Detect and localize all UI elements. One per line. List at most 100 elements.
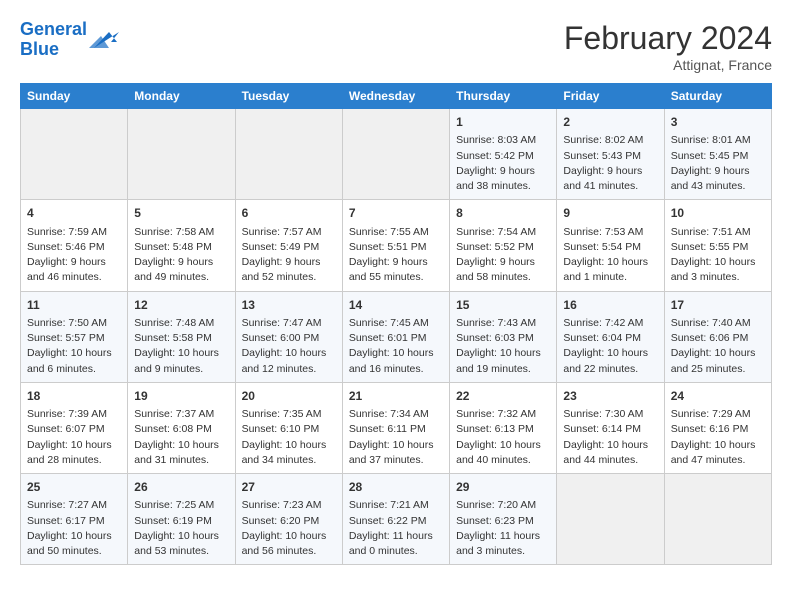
calendar-cell: 1Sunrise: 8:03 AMSunset: 5:42 PMDaylight…	[450, 109, 557, 200]
day-number: 9	[563, 205, 657, 222]
sunrise-text: Sunrise: 7:51 AM	[671, 226, 751, 238]
calendar-cell: 20 Sunrise: 7:35 AM Sunset: 6:10 PM Dayligh…	[235, 382, 342, 473]
daylight-text: Daylight: 10 hours and 56 minutes.	[242, 530, 327, 557]
calendar-cell: 5Sunrise: 7:58 AMSunset: 5:48 PMDaylight…	[128, 200, 235, 291]
day-number: 17	[671, 297, 765, 314]
day-number: 3	[671, 114, 765, 131]
daylight-text: Daylight: 9 hours and 52 minutes.	[242, 256, 321, 283]
calendar-cell	[21, 109, 128, 200]
calendar-cell: 22Sunrise: 7:32 AMSunset: 6:13 PMDayligh…	[450, 382, 557, 473]
calendar-cell: 15Sunrise: 7:43 AMSunset: 6:03 PMDayligh…	[450, 291, 557, 382]
day-number: 16	[563, 297, 657, 314]
sunrise-text: Sunrise: 7:39 AM	[27, 408, 107, 420]
day-number: 8	[456, 205, 550, 222]
calendar-cell	[664, 474, 771, 565]
sunrise-text: Sunrise: 7:35 AM	[242, 408, 322, 420]
daylight-text: Daylight: 10 hours and 1 minute.	[563, 256, 648, 283]
sunset-text: Sunset: 6:03 PM	[456, 332, 534, 344]
day-number: 14	[349, 297, 443, 314]
calendar-cell: 24Sunrise: 7:29 AMSunset: 6:16 PMDayligh…	[664, 382, 771, 473]
day-number: 10	[671, 205, 765, 222]
location-title: Attignat, France	[564, 57, 772, 73]
daylight-text: Daylight: 10 hours and 9 minutes.	[134, 347, 219, 374]
daylight-text: Daylight: 10 hours and 34 minutes.	[242, 439, 327, 466]
daylight-text: Daylight: 9 hours and 41 minutes.	[563, 165, 642, 192]
sunrise-text: Sunrise: 7:32 AM	[456, 408, 536, 420]
calendar-cell: 2Sunrise: 8:02 AMSunset: 5:43 PMDaylight…	[557, 109, 664, 200]
calendar-week-row: 4Sunrise: 7:59 AMSunset: 5:46 PMDaylight…	[21, 200, 772, 291]
sunset-text: Sunset: 6:01 PM	[349, 332, 427, 344]
calendar-cell: 9 Sunrise: 7:53 AM Sunset: 5:54 PM Daylight…	[557, 200, 664, 291]
sunrise-text: Sunrise: 8:03 AM	[456, 134, 536, 146]
sunset-text: Sunset: 6:04 PM	[563, 332, 641, 344]
sunrise-text: Sunrise: 7:37 AM	[134, 408, 214, 420]
day-number: 13	[242, 297, 336, 314]
day-header-friday: Friday	[557, 84, 664, 109]
sunrise-text: Sunrise: 7:45 AM	[349, 317, 429, 329]
day-number: 1	[456, 114, 550, 131]
calendar-cell: 25Sunrise: 7:27 AMSunset: 6:17 PMDayligh…	[21, 474, 128, 565]
sunrise-text: Sunrise: 7:47 AM	[242, 317, 322, 329]
sunset-text: Sunset: 5:58 PM	[134, 332, 212, 344]
daylight-text: Daylight: 10 hours and 47 minutes.	[671, 439, 756, 466]
calendar-cell: 14Sunrise: 7:45 AMSunset: 6:01 PMDayligh…	[342, 291, 449, 382]
sunrise-text: Sunrise: 7:55 AM	[349, 226, 429, 238]
daylight-text: Daylight: 11 hours and 3 minutes.	[456, 530, 540, 557]
sunrise-text: Sunrise: 7:50 AM	[27, 317, 107, 329]
daylight-text: Daylight: 9 hours and 49 minutes.	[134, 256, 213, 283]
sunrise-text: Sunrise: 7:29 AM	[671, 408, 751, 420]
calendar-cell: 18 Sunrise: 7:39 AM Sunset: 6:07 PM Dayligh…	[21, 382, 128, 473]
calendar-cell: 3Sunrise: 8:01 AMSunset: 5:45 PMDaylight…	[664, 109, 771, 200]
sunrise-text: Sunrise: 7:57 AM	[242, 226, 322, 238]
sunrise-text: Sunrise: 7:48 AM	[134, 317, 214, 329]
calendar-cell: 8Sunrise: 7:54 AMSunset: 5:52 PMDaylight…	[450, 200, 557, 291]
sunset-text: Sunset: 6:08 PM	[134, 423, 212, 435]
logo: General Blue	[20, 20, 119, 60]
daylight-text: Daylight: 9 hours and 46 minutes.	[27, 256, 106, 283]
day-number: 18	[27, 388, 121, 405]
daylight-text: Daylight: 10 hours and 25 minutes.	[671, 347, 756, 374]
calendar-cell: 29Sunrise: 7:20 AMSunset: 6:23 PMDayligh…	[450, 474, 557, 565]
sunset-text: Sunset: 5:54 PM	[563, 241, 641, 253]
sunset-text: Sunset: 5:55 PM	[671, 241, 749, 253]
calendar-week-row: 11Sunrise: 7:50 AMSunset: 5:57 PMDayligh…	[21, 291, 772, 382]
daylight-text: Daylight: 10 hours and 28 minutes.	[27, 439, 112, 466]
sunset-text: Sunset: 6:19 PM	[134, 515, 212, 527]
calendar-cell: 10Sunrise: 7:51 AMSunset: 5:55 PMDayligh…	[664, 200, 771, 291]
day-number: 21	[349, 388, 443, 405]
sunrise-text: Sunrise: 7:43 AM	[456, 317, 536, 329]
daylight-text: Daylight: 10 hours and 22 minutes.	[563, 347, 648, 374]
day-number: 26	[134, 479, 228, 496]
calendar-cell: 16Sunrise: 7:42 AMSunset: 6:04 PMDayligh…	[557, 291, 664, 382]
calendar-cell	[235, 109, 342, 200]
calendar-week-row: 18 Sunrise: 7:39 AM Sunset: 6:07 PM Dayligh…	[21, 382, 772, 473]
daylight-text: Daylight: 10 hours and 53 minutes.	[134, 530, 219, 557]
day-number: 22	[456, 388, 550, 405]
sunrise-text: Sunrise: 8:01 AM	[671, 134, 751, 146]
sunset-text: Sunset: 5:48 PM	[134, 241, 212, 253]
sunset-text: Sunset: 6:22 PM	[349, 515, 427, 527]
sunset-text: Sunset: 6:11 PM	[349, 423, 426, 435]
sunset-text: Sunset: 5:51 PM	[349, 241, 427, 253]
sunrise-text: Sunrise: 7:54 AM	[456, 226, 536, 238]
calendar-cell: 6Sunrise: 7:57 AMSunset: 5:49 PMDaylight…	[235, 200, 342, 291]
calendar-cell: 4Sunrise: 7:59 AMSunset: 5:46 PMDaylight…	[21, 200, 128, 291]
calendar-cell: 28Sunrise: 7:21 AMSunset: 6:22 PMDayligh…	[342, 474, 449, 565]
sunset-text: Sunset: 6:10 PM	[242, 423, 320, 435]
sunset-text: Sunset: 6:17 PM	[27, 515, 105, 527]
day-number: 20	[242, 388, 336, 405]
day-number: 24	[671, 388, 765, 405]
day-number: 7	[349, 205, 443, 222]
daylight-text: Daylight: 11 hours and 0 minutes.	[349, 530, 433, 557]
day-number: 29	[456, 479, 550, 496]
logo-icon	[89, 28, 119, 52]
sunrise-text: Sunrise: 7:30 AM	[563, 408, 643, 420]
daylight-text: Daylight: 9 hours and 55 minutes.	[349, 256, 428, 283]
sunrise-text: Sunrise: 7:59 AM	[27, 226, 107, 238]
day-number: 4	[27, 205, 121, 222]
day-number: 23	[563, 388, 657, 405]
calendar-cell	[557, 474, 664, 565]
sunset-text: Sunset: 6:07 PM	[27, 423, 105, 435]
sunrise-text: Sunrise: 7:53 AM	[563, 226, 643, 238]
calendar-cell: 13Sunrise: 7:47 AMSunset: 6:00 PMDayligh…	[235, 291, 342, 382]
